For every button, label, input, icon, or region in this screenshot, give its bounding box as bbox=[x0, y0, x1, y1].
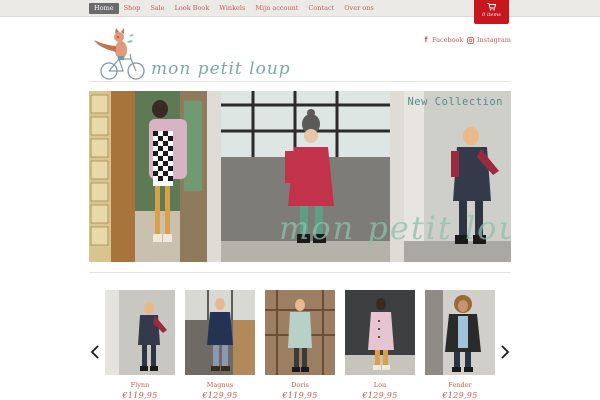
header-divider bbox=[89, 81, 511, 82]
nav-item-sale[interactable]: Sale bbox=[145, 3, 169, 14]
product-name: Doris bbox=[291, 381, 309, 389]
product-image bbox=[425, 290, 495, 375]
top-navigation-bar: Home Shop Sale Look Book Winkels Mijn ac… bbox=[0, 0, 600, 17]
product-name: Flynn bbox=[130, 381, 150, 389]
product-name: Magnus bbox=[206, 381, 234, 389]
instagram-label: Instagram bbox=[477, 36, 511, 44]
nav-item-over-ons[interactable]: Over ons bbox=[339, 3, 378, 14]
brand-name: mon petit loup bbox=[151, 59, 291, 79]
cart-button[interactable]: 0 items bbox=[474, 0, 509, 24]
product-card-doris[interactable]: Doris €119,95 bbox=[265, 290, 335, 400]
product-card-lou[interactable]: Lou €129,95 bbox=[345, 290, 415, 400]
nav-item-home[interactable]: Home bbox=[89, 3, 119, 14]
hero-watermark: mon petit loup bbox=[279, 209, 511, 247]
product-price: €119,95 bbox=[122, 391, 158, 400]
product-price: €129,95 bbox=[442, 391, 478, 400]
hero-caption: New Collection bbox=[407, 96, 503, 108]
brand-logo[interactable]: mon petit loup bbox=[89, 28, 290, 86]
cart-count: 0 items bbox=[482, 12, 501, 18]
nav-item-look-book[interactable]: Look Book bbox=[170, 3, 215, 14]
carousel-prev-arrow-icon[interactable] bbox=[90, 345, 100, 359]
product-price: €129,95 bbox=[362, 391, 398, 400]
product-card-magnus[interactable]: Magnus €129,95 bbox=[185, 290, 255, 400]
product-carousel: Flynn €119,95 Magnus €129,95 Doris €119,… bbox=[0, 288, 600, 400]
nav-item-mijn-account[interactable]: Mijn account bbox=[250, 3, 303, 14]
product-price: €119,95 bbox=[282, 391, 318, 400]
product-image bbox=[185, 290, 255, 375]
product-image bbox=[265, 290, 335, 375]
product-card-fender[interactable]: Fender €129,95 bbox=[425, 290, 495, 400]
product-name: Lou bbox=[373, 381, 387, 389]
product-image bbox=[105, 290, 175, 375]
instagram-icon bbox=[467, 36, 474, 44]
nav-item-winkels[interactable]: Winkels bbox=[214, 3, 250, 14]
instagram-link[interactable]: Instagram bbox=[467, 36, 511, 44]
facebook-label: Facebook bbox=[432, 36, 464, 44]
product-image bbox=[345, 290, 415, 375]
facebook-link[interactable]: f Facebook bbox=[423, 36, 463, 44]
product-price: €129,95 bbox=[202, 391, 238, 400]
product-card-flynn[interactable]: Flynn €119,95 bbox=[105, 290, 175, 400]
carousel-next-arrow-icon[interactable] bbox=[500, 345, 510, 359]
nav-item-shop[interactable]: Shop bbox=[119, 3, 146, 14]
shopping-cart-icon bbox=[487, 3, 496, 11]
nav-item-contact[interactable]: Contact bbox=[303, 3, 339, 14]
product-name: Fender bbox=[448, 381, 472, 389]
content-divider bbox=[89, 272, 511, 273]
main-nav: Home Shop Sale Look Book Winkels Mijn ac… bbox=[89, 3, 379, 14]
facebook-icon: f bbox=[424, 35, 428, 44]
hero-banner[interactable]: New Collection mon petit loup bbox=[89, 91, 511, 262]
